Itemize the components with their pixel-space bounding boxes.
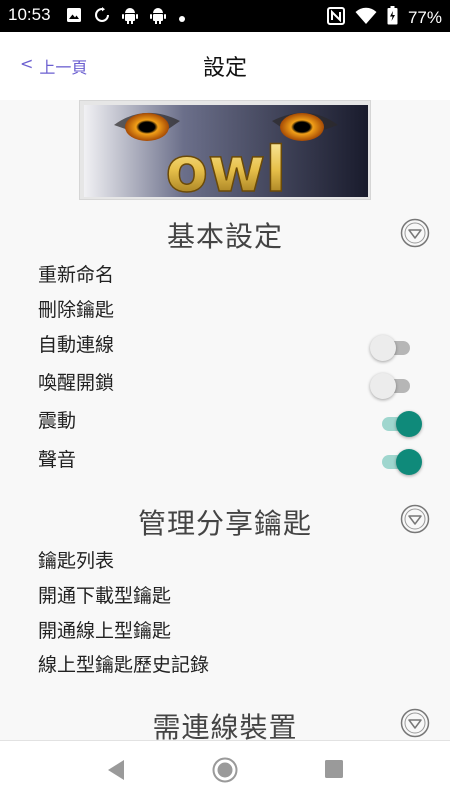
online-key-history-item[interactable]: 線上型鑰匙歷史記錄: [38, 650, 209, 677]
system-nav-bar: [0, 740, 450, 801]
auto-connect-toggle[interactable]: [370, 333, 414, 363]
nfc-icon: [326, 6, 345, 29]
toggle-thumb: [396, 411, 422, 437]
toggle-thumb: [370, 335, 396, 361]
status-time: 10:53: [8, 5, 51, 24]
toggle-thumb: [370, 373, 396, 399]
section-title-share: 管理分享鑰匙: [137, 507, 312, 540]
rename-item[interactable]: 重新命名: [38, 260, 114, 287]
collapse-basic-button[interactable]: [400, 218, 430, 248]
section-title-basic: 基本設定: [166, 220, 283, 253]
android-icon: [122, 6, 138, 28]
activate-online-key-item[interactable]: 開通線上型鑰匙: [38, 616, 171, 643]
sync-icon: [94, 7, 110, 27]
image-icon: [66, 7, 82, 27]
status-bar: 10:53 77%: [0, 0, 450, 32]
owl-logo: owl: [84, 105, 368, 197]
wake-unlock-toggle[interactable]: [370, 371, 414, 401]
toggle-thumb: [396, 449, 422, 475]
key-list-item[interactable]: 鑰匙列表: [38, 546, 114, 573]
android-icon: [150, 6, 166, 28]
collapse-connect-button[interactable]: [400, 708, 430, 738]
activate-download-key-item[interactable]: 開通下載型鑰匙: [38, 581, 171, 608]
delete-key-item[interactable]: 刪除鑰匙: [38, 295, 114, 322]
vibrate-toggle[interactable]: [376, 409, 422, 439]
recents-nav-icon[interactable]: [324, 759, 344, 779]
logo-text: owl: [165, 133, 286, 197]
auto-connect-label: 自動連線: [38, 334, 115, 356]
wifi-icon: [355, 7, 377, 29]
battery-percent: 77%: [407, 7, 442, 27]
brand-logo-frame: owl: [79, 100, 371, 200]
collapse-share-button[interactable]: [400, 504, 430, 534]
back-nav-icon[interactable]: [106, 759, 126, 781]
sound-toggle[interactable]: [376, 447, 422, 477]
wake-unlock-label: 喚醒開鎖: [38, 372, 115, 394]
sound-label: 聲音: [38, 449, 77, 471]
dot-icon: [178, 8, 186, 27]
vibrate-label: 震動: [38, 410, 77, 432]
battery-icon: [387, 6, 398, 29]
app-header: < 上一頁 設定: [0, 32, 450, 100]
home-nav-icon[interactable]: [212, 757, 238, 783]
page-title: 設定: [202, 56, 247, 81]
